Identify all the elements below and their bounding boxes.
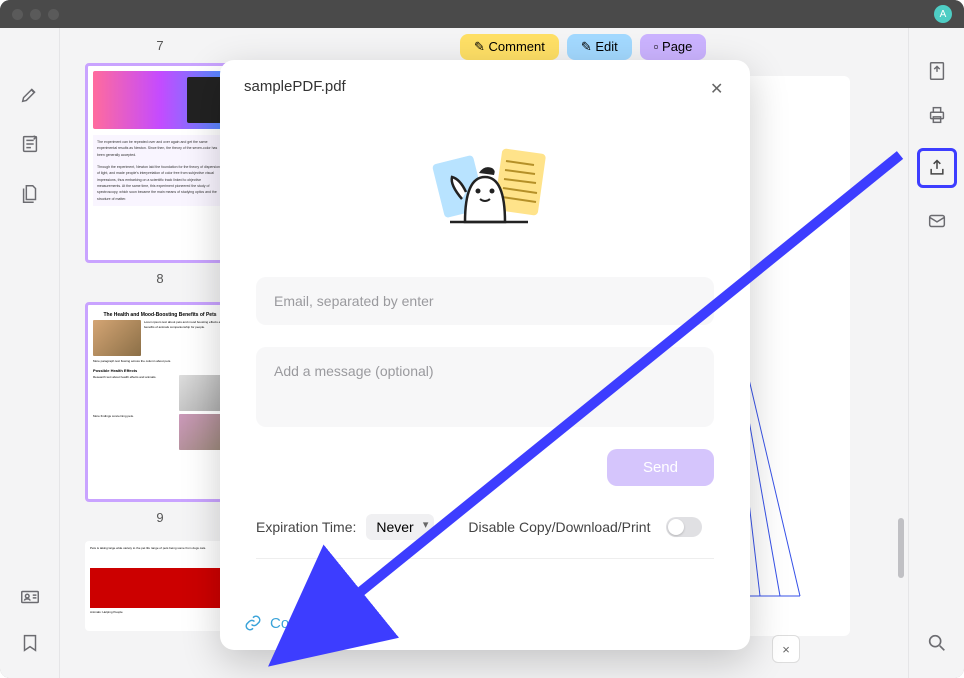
notes-tool-icon[interactable] [19, 133, 41, 155]
action-pills: ✎ Comment ✎ Edit ▫ Page [460, 34, 706, 60]
comment-pill[interactable]: ✎ Comment [460, 34, 559, 60]
highlighter-tool-icon[interactable] [19, 83, 41, 105]
modal-footer: Copy Link [220, 600, 750, 650]
disable-download-label: Disable Copy/Download/Print [468, 519, 650, 535]
bookmark-icon[interactable] [19, 632, 41, 654]
page-pill[interactable]: ▫ Page [640, 34, 707, 60]
left-toolbar [0, 28, 60, 678]
mail-icon[interactable] [926, 210, 948, 232]
share-illustration [256, 127, 714, 247]
modal-header: samplePDF.pdf ✕ [220, 60, 750, 107]
titlebar: A [0, 0, 964, 28]
expiration-select[interactable]: Never [366, 514, 434, 540]
minimize-window[interactable] [30, 9, 41, 20]
close-icon[interactable]: ✕ [710, 79, 726, 95]
maximize-window[interactable] [48, 9, 59, 20]
thumbnail-page-10[interactable]: Pets is taking large wide variety to the… [85, 541, 235, 631]
print-icon[interactable] [926, 104, 948, 126]
modal-title: samplePDF.pdf [244, 78, 346, 95]
link-icon [244, 614, 262, 632]
close-toolbar-button[interactable]: × [772, 635, 800, 663]
email-input[interactable] [256, 277, 714, 325]
send-button[interactable]: Send [607, 449, 714, 486]
page-number-7: 7 [84, 38, 236, 53]
avatar[interactable]: A [934, 5, 952, 23]
copy-link-button[interactable]: Copy Link [270, 615, 337, 632]
share-modal: samplePDF.pdf ✕ Sen [220, 60, 750, 650]
thumb9-title: The Health and Mood-Boosting Benefits of… [93, 310, 227, 320]
thumb9-heading: Possible Health Effects [93, 366, 227, 375]
page-number-8: 8 [84, 271, 236, 286]
expiration-label: Expiration Time: [256, 519, 356, 535]
edit-pill[interactable]: ✎ Edit [567, 34, 632, 60]
traffic-lights [12, 9, 59, 20]
contact-card-icon[interactable] [19, 586, 41, 608]
right-toolbar [908, 28, 964, 678]
thumbnail-page-9[interactable]: The Health and Mood-Boosting Benefits of… [85, 302, 235, 502]
close-window[interactable] [12, 9, 23, 20]
thumbnail-page-8[interactable]: The experiment can be repeated over and … [85, 63, 235, 263]
share-button-highlighted[interactable] [917, 148, 957, 188]
search-icon[interactable] [926, 632, 948, 654]
documents-tool-icon[interactable] [19, 183, 41, 205]
share-options: Expiration Time: Never Disable Copy/Down… [256, 514, 714, 559]
export-icon[interactable] [926, 60, 948, 82]
disable-download-toggle[interactable] [666, 517, 702, 537]
scrollbar[interactable] [898, 518, 904, 578]
message-input[interactable] [256, 347, 714, 427]
page-number-9: 9 [84, 510, 236, 525]
